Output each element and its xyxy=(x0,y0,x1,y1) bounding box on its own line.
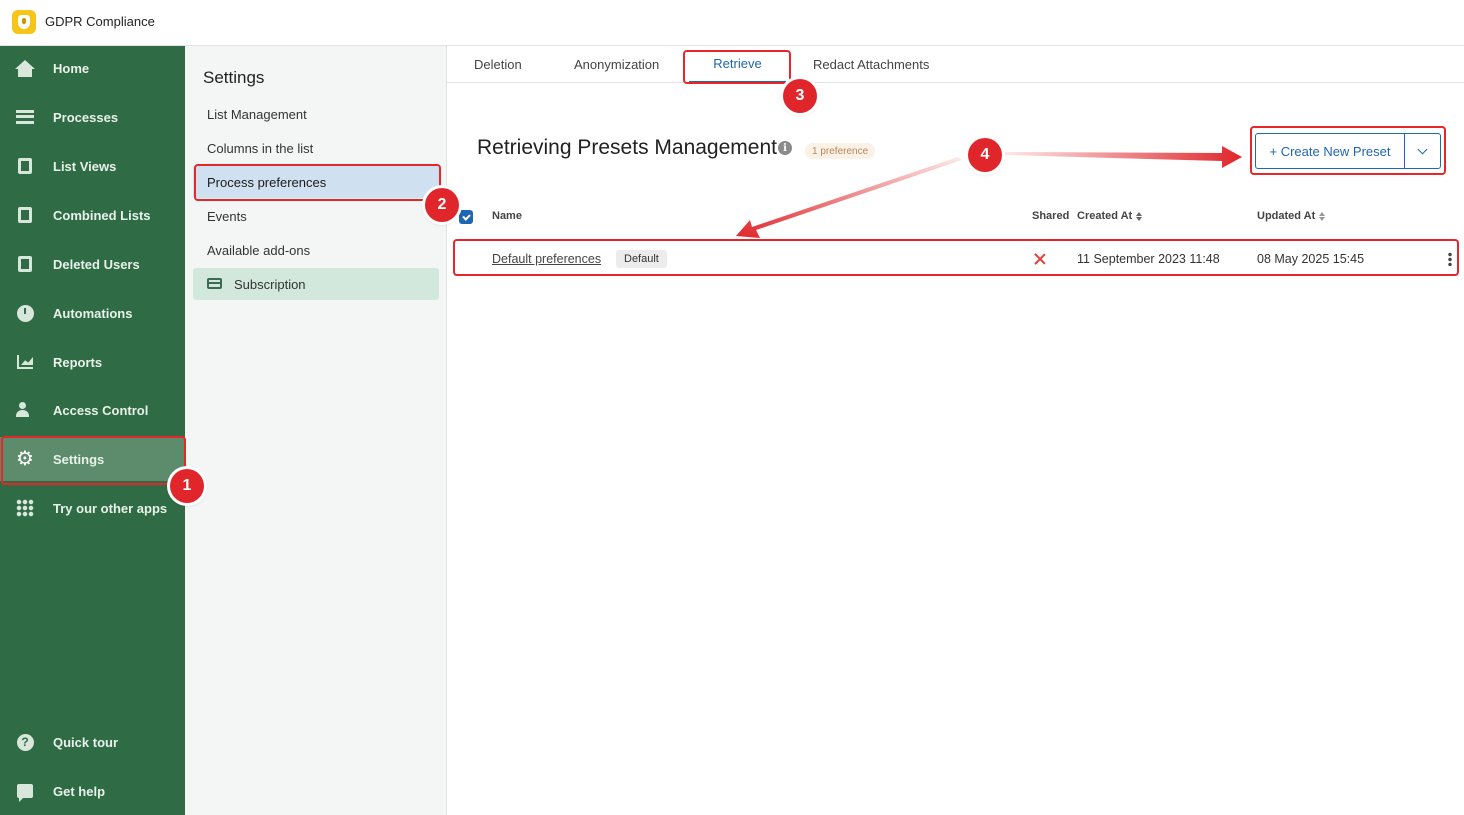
settings-item-label: Process preferences xyxy=(207,174,327,190)
column-header-updated-at[interactable]: Updated At xyxy=(1257,210,1326,222)
chat-icon xyxy=(15,781,35,802)
settings-item-label: List Management xyxy=(207,106,307,122)
nav-item-label: Reports xyxy=(53,354,103,370)
settings-item-label: Subscription xyxy=(234,276,306,292)
annotation-number-1: 1 xyxy=(170,469,204,503)
settings-item-list-management[interactable]: List Management xyxy=(193,98,439,130)
nav-item-processes[interactable]: Processes xyxy=(0,95,185,139)
tab-deletion[interactable]: Deletion xyxy=(474,46,522,83)
nav-item-settings[interactable]: ⚙ Settings xyxy=(0,437,185,481)
nav-item-label: Combined Lists xyxy=(53,207,151,223)
settings-item-subscription[interactable]: Subscription xyxy=(193,268,439,300)
nav-item-combined-lists[interactable]: Combined Lists xyxy=(0,193,185,237)
sort-icon xyxy=(1319,211,1326,221)
nav-item-automations[interactable]: Automations xyxy=(0,291,185,335)
nav-item-deleted-users[interactable]: Deleted Users xyxy=(0,242,185,286)
nav-item-reports[interactable]: Reports xyxy=(0,340,185,384)
table-row[interactable]: Default preferences Default 11 September… xyxy=(454,240,1459,276)
settings-item-label: Events xyxy=(207,208,247,224)
create-new-preset-button[interactable]: + Create New Preset xyxy=(1255,133,1405,169)
settings-title: Settings xyxy=(203,68,265,87)
row-actions-kebab-icon[interactable] xyxy=(1448,252,1452,266)
default-badge: Default xyxy=(616,250,667,268)
nav-item-label: Settings xyxy=(53,451,105,467)
select-all-checkbox[interactable] xyxy=(459,210,473,224)
create-preset-dropdown-button[interactable] xyxy=(1404,133,1441,169)
nav-item-quick-tour[interactable]: ? Quick tour xyxy=(0,720,185,764)
main-content: Deletion Anonymization Retrieve Redact A… xyxy=(447,46,1464,815)
apps-grid-icon xyxy=(15,498,35,518)
deleted-users-icon xyxy=(15,254,35,274)
column-header-created-at[interactable]: Created At xyxy=(1077,210,1143,222)
nav-item-label: Deleted Users xyxy=(53,256,140,272)
tab-bar: Deletion Anonymization Retrieve Redact A… xyxy=(447,46,1464,83)
nav-item-label: Get help xyxy=(53,783,106,799)
help-icon: ? xyxy=(15,732,35,752)
nav-item-other-apps[interactable]: Try our other apps xyxy=(0,486,185,530)
not-shared-x-icon xyxy=(1034,253,1046,265)
settings-sidebar: Settings List Management Columns in the … xyxy=(185,46,447,815)
page-title: Retrieving Presets Management xyxy=(477,136,777,159)
nav-item-label: Processes xyxy=(53,109,119,125)
home-icon xyxy=(15,58,35,78)
column-header-shared[interactable]: Shared xyxy=(1032,210,1069,222)
column-header-name[interactable]: Name xyxy=(492,210,522,222)
chart-icon xyxy=(15,352,35,372)
processes-icon xyxy=(15,107,35,127)
nav-item-home[interactable]: Home xyxy=(0,46,185,90)
annotation-number-4: 4 xyxy=(968,138,1002,172)
gear-icon: ⚙ xyxy=(16,448,34,470)
top-bar: GDPR Compliance xyxy=(0,0,1464,46)
nav-item-list-views[interactable]: List Views xyxy=(0,144,185,188)
nav-item-get-help[interactable]: Get help xyxy=(0,769,185,813)
nav-item-label: List Views xyxy=(53,158,117,174)
user-lock-icon xyxy=(15,400,35,420)
updated-at-cell: 08 May 2025 15:45 xyxy=(1257,252,1365,266)
combined-lists-icon xyxy=(15,205,35,225)
info-icon[interactable]: i xyxy=(778,141,792,155)
preference-count-badge: 1 preference xyxy=(805,143,876,159)
app-title: GDPR Compliance xyxy=(45,14,155,29)
preset-name-link[interactable]: Default preferences xyxy=(492,241,601,277)
settings-item-process-preferences[interactable]: Process preferences xyxy=(193,166,439,198)
tab-retrieve[interactable]: Retrieve xyxy=(689,46,786,83)
nav-item-label: Access Control xyxy=(53,402,149,418)
left-navigation: Home Processes List Views Combined Lists… xyxy=(0,46,185,815)
nav-item-label: Quick tour xyxy=(53,734,119,750)
settings-item-events[interactable]: Events xyxy=(193,200,439,232)
credit-card-icon xyxy=(207,278,222,289)
list-views-icon xyxy=(15,156,35,176)
clock-icon xyxy=(15,303,35,323)
chevron-down-icon xyxy=(1417,144,1428,155)
settings-item-label: Columns in the list xyxy=(207,140,314,156)
app-logo-icon xyxy=(12,10,36,34)
nav-item-label: Home xyxy=(53,60,90,76)
nav-item-label: Automations xyxy=(53,305,133,321)
settings-item-columns[interactable]: Columns in the list xyxy=(193,132,439,164)
settings-item-add-ons[interactable]: Available add-ons xyxy=(193,234,439,266)
tab-redact-attachments[interactable]: Redact Attachments xyxy=(813,46,929,83)
tab-anonymization[interactable]: Anonymization xyxy=(574,46,659,83)
nav-item-access-control[interactable]: Access Control xyxy=(0,388,185,432)
sort-icon xyxy=(1136,211,1143,221)
settings-item-label: Available add-ons xyxy=(207,242,311,258)
nav-item-label: Try our other apps xyxy=(53,500,168,516)
annotation-number-2: 2 xyxy=(425,188,459,222)
annotation-number-3: 3 xyxy=(783,79,817,113)
created-at-cell: 11 September 2023 11:48 xyxy=(1077,252,1220,266)
